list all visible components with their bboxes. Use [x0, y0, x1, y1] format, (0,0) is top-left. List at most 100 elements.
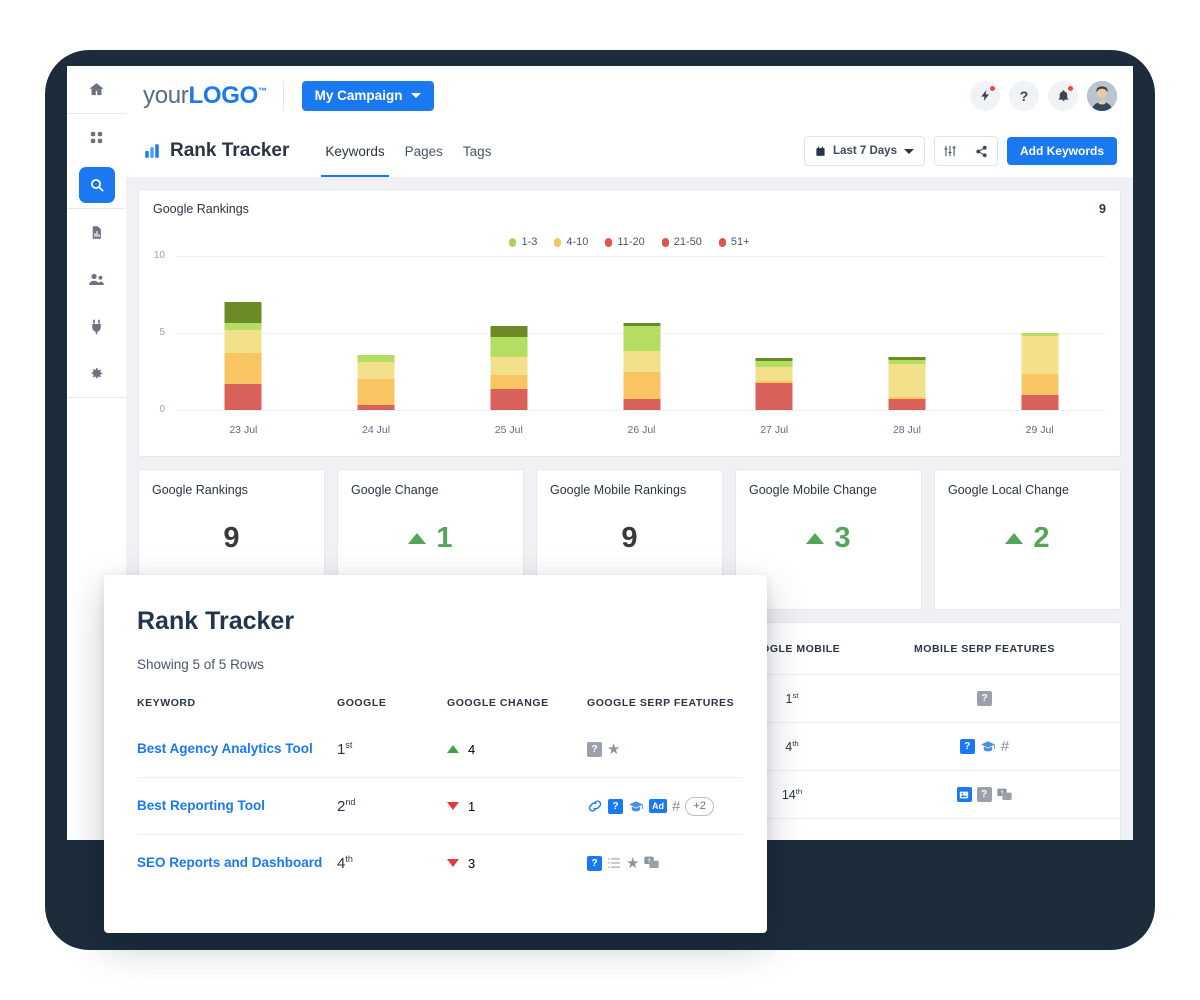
report-document-icon: [92, 226, 101, 239]
tab-tags[interactable]: Tags: [453, 125, 502, 177]
bar-segment-1-3: [224, 323, 262, 330]
table-row[interactable]: SEO Reports and Dashboard 4th 3? ★?: [137, 834, 743, 891]
hash-icon[interactable]: #: [672, 799, 680, 814]
legend-label: 4-10: [566, 236, 589, 248]
campaign-selector-button[interactable]: My Campaign: [301, 80, 435, 111]
image-results-icon[interactable]: [956, 787, 972, 802]
list-results-icon[interactable]: [607, 857, 621, 869]
arrow-down-icon: [447, 802, 459, 810]
bar-segment-4-10: [357, 362, 395, 380]
question-box-icon[interactable]: ?: [977, 691, 992, 706]
date-range-label: Last 7 Days: [833, 145, 897, 157]
metric-value: 9: [621, 522, 638, 554]
legend-item[interactable]: 51+: [718, 236, 750, 248]
table-row[interactable]: Best Reporting Tool 2nd 1? Ad # +2: [137, 777, 743, 834]
calendar-icon: [816, 146, 825, 156]
upgrade-bolt-button[interactable]: [970, 80, 1000, 111]
legend-item[interactable]: 11-20: [605, 236, 645, 248]
top-bar-actions: ?: [970, 80, 1117, 111]
bar-segment-1-3: [623, 326, 661, 351]
bar-segment-21-50: [357, 405, 395, 410]
x-axis-label: 24 Jul: [362, 424, 391, 436]
bar-segment-21-50: [490, 389, 528, 410]
share-button[interactable]: [966, 138, 997, 164]
link-chain-icon[interactable]: [587, 799, 603, 813]
avatar[interactable]: [1087, 80, 1117, 111]
metric-value: 1: [338, 522, 523, 555]
logo-text-bold: LOGO: [188, 81, 259, 109]
more-features-pill[interactable]: +2: [685, 796, 714, 816]
metric-number: 1: [436, 522, 453, 554]
star-icon[interactable]: ★: [626, 856, 639, 871]
sidebar-item-home[interactable]: [67, 66, 126, 113]
legend-item[interactable]: 4-10: [554, 236, 588, 248]
question-box-icon[interactable]: ?: [976, 787, 992, 802]
star-icon[interactable]: ★: [607, 742, 620, 757]
legend-item[interactable]: 1-3: [509, 236, 537, 248]
chart-x-axis-labels: 23 Jul 24 Jul 25 Jul 26 Jul 27 Jul 28 Jul 29 J…: [177, 424, 1106, 436]
bolt-icon: [980, 90, 989, 101]
help-button[interactable]: ?: [1009, 80, 1039, 111]
question-box-icon[interactable]: ?: [959, 739, 975, 754]
bar-column[interactable]: [708, 256, 841, 410]
bar-segment-1-3: [357, 354, 395, 363]
change-value: 4: [468, 741, 476, 757]
x-axis-label: 25 Jul: [494, 424, 523, 436]
keyword-link[interactable]: SEO Reports and Dashboard: [137, 855, 322, 870]
add-keywords-button[interactable]: Add Keywords: [1006, 137, 1117, 165]
sidebar-item-integrations[interactable]: [67, 303, 126, 350]
bar-segment-11-20: [623, 372, 661, 400]
question-box-icon[interactable]: ?: [608, 798, 623, 814]
gridline: [177, 410, 1106, 411]
x-axis-label: 27 Jul: [760, 424, 789, 436]
arrow-up-icon: [1005, 533, 1024, 544]
sidebar-item-clients[interactable]: [67, 256, 126, 303]
sidebar-item-settings[interactable]: [67, 350, 126, 397]
ad-badge-icon[interactable]: Ad: [649, 799, 667, 813]
google-change-cell: 3: [447, 856, 587, 871]
graduation-cap-icon[interactable]: [628, 800, 644, 813]
hash-icon[interactable]: #: [1001, 739, 1009, 754]
legend-swatch: [718, 237, 726, 247]
notifications-button[interactable]: [1048, 80, 1078, 111]
grid-icon: [90, 131, 103, 144]
people-also-ask-icon[interactable]: ?: [996, 788, 1013, 802]
tab-pages[interactable]: Pages: [395, 125, 453, 177]
change-value: 3: [468, 855, 476, 871]
bar-column[interactable]: [442, 256, 575, 410]
question-box-icon[interactable]: ?: [587, 741, 602, 757]
bar-column[interactable]: [177, 256, 310, 410]
graduation-cap-icon[interactable]: [980, 740, 996, 753]
bar-column[interactable]: [310, 256, 443, 410]
date-range-selector[interactable]: Last 7 Days: [804, 136, 925, 166]
x-axis-label: 26 Jul: [627, 424, 656, 436]
logo-divider: [282, 80, 284, 111]
tab-keywords[interactable]: Keywords: [315, 125, 394, 177]
logo-text-pre: your: [143, 81, 189, 109]
stacked-bar: [1021, 333, 1059, 410]
sidebar-item-search[interactable]: [67, 161, 126, 208]
people-also-ask-icon[interactable]: ?: [644, 856, 660, 870]
sidebar-item-dashboard[interactable]: [67, 114, 126, 161]
legend-swatch: [661, 237, 669, 247]
bar-segment-11-20: [357, 379, 395, 406]
tab-label: Pages: [404, 143, 443, 159]
bar-column[interactable]: [575, 256, 708, 410]
google-serp-features-cell: ? Ad # +2: [587, 796, 743, 816]
question-box-icon[interactable]: ?: [587, 855, 602, 871]
top-bar: yourLOGO™ My Campaign ?: [126, 66, 1133, 126]
table-row[interactable]: Best Agency Analytics Tool 1st 4? ★: [137, 721, 743, 777]
arrow-up-icon: [806, 533, 825, 544]
filter-sliders-icon: [944, 145, 957, 157]
bar-column[interactable]: [841, 256, 974, 410]
filter-button[interactable]: [935, 138, 966, 164]
sidebar-item-reports[interactable]: [67, 209, 126, 256]
legend-item[interactable]: 21-50: [661, 236, 702, 248]
x-axis-label: 23 Jul: [229, 424, 258, 436]
keyword-link[interactable]: Best Agency Analytics Tool: [137, 741, 313, 756]
overlay-table-header: KEYWORD GOOGLE GOOGLE CHANGE GOOGLE SERP…: [137, 685, 743, 721]
keyword-link[interactable]: Best Reporting Tool: [137, 798, 265, 813]
sidebar-active-indicator: [78, 166, 115, 203]
bar-column[interactable]: [973, 256, 1106, 410]
x-axis-label: 29 Jul: [1025, 424, 1054, 436]
